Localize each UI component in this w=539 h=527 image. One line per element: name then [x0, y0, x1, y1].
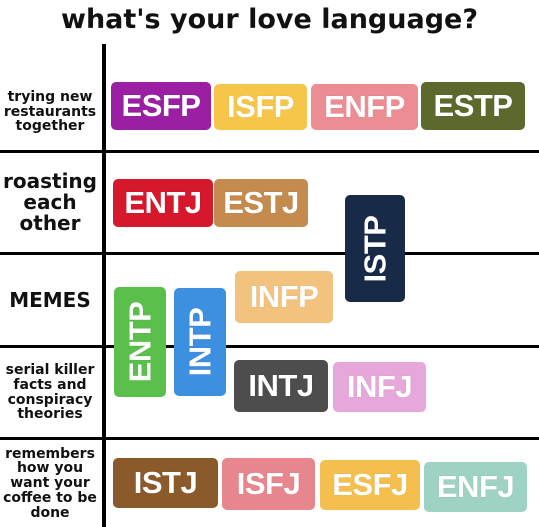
tag-isfj: ISFJ: [222, 458, 315, 510]
tag-infj: INFJ: [333, 362, 426, 412]
tag-estj: ESTJ: [214, 179, 308, 227]
row-label-restaurants: trying new restaurants together: [3, 88, 97, 135]
tag-entp-text: ENTP: [122, 301, 157, 383]
tag-intp-text: INTP: [182, 307, 217, 377]
tag-infp: INFP: [235, 271, 333, 323]
tag-isfp: ISFP: [214, 84, 307, 130]
tag-entj: ENTJ: [113, 179, 213, 227]
tag-esfj: ESFJ: [320, 460, 420, 510]
column-divider: [102, 44, 106, 527]
row-label-serial-killer: serial killer facts and conspiracy theor…: [5, 362, 95, 423]
row-label-coffee: remembers how you want your coffee to be…: [3, 445, 97, 521]
row-label-memes: MEMES: [9, 287, 91, 312]
tag-istp: ISTP: [345, 195, 405, 302]
tag-intp: INTP: [174, 288, 226, 396]
tag-entp: ENTP: [114, 287, 166, 397]
tag-istj: ISTJ: [113, 458, 218, 508]
page-title: what's your love language?: [61, 4, 478, 35]
row-label-roasting: roasting each other: [3, 169, 97, 235]
tag-esfp: ESFP: [111, 82, 211, 130]
tag-enfp: ENFP: [311, 84, 418, 130]
tag-enfj: ENFJ: [424, 462, 527, 512]
tag-istp-text: ISTP: [357, 215, 392, 282]
tag-estp: ESTP: [421, 82, 525, 130]
tag-intj: INTJ: [234, 360, 328, 412]
